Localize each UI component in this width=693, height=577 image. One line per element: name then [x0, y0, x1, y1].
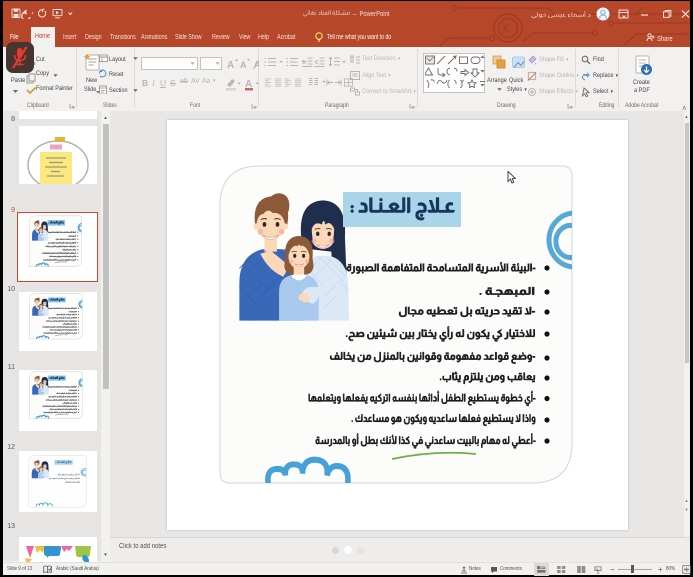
- svg-text:A: A: [227, 60, 234, 70]
- svg-text:A: A: [240, 60, 247, 70]
